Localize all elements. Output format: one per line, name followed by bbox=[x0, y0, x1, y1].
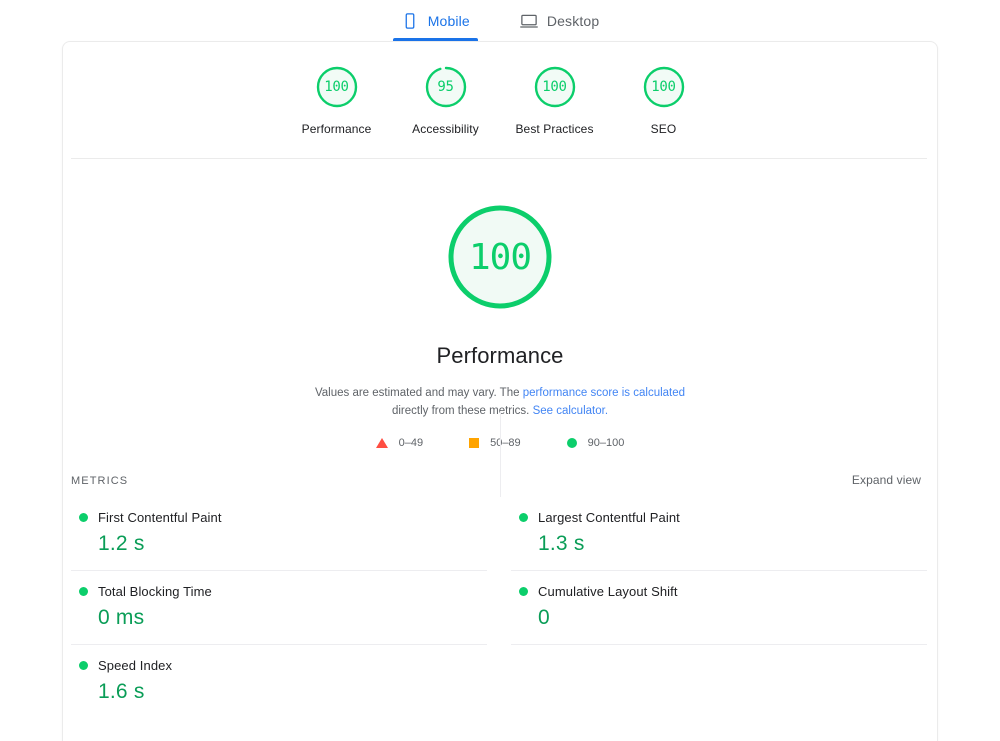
metric-row[interactable]: Speed Index 1.6 s bbox=[71, 645, 487, 718]
metric-label: Cumulative Layout Shift bbox=[538, 584, 678, 599]
category-gauge-label: Accessibility bbox=[412, 122, 479, 136]
metric-header: Cumulative Layout Shift bbox=[511, 584, 927, 599]
category-score-value: 100 bbox=[324, 79, 349, 95]
metric-value: 1.3 s bbox=[538, 532, 585, 555]
device-tab-bar: Mobile Desktop bbox=[0, 0, 1000, 41]
legend-range: 90–100 bbox=[587, 437, 625, 449]
performance-title: Performance bbox=[436, 343, 564, 368]
category-gauge-performance[interactable]: 100 Performance bbox=[282, 64, 391, 136]
category-score-value: 100 bbox=[651, 79, 676, 95]
metric-row[interactable]: Total Blocking Time 0 ms bbox=[71, 571, 487, 645]
metric-header: First Contentful Paint bbox=[71, 510, 487, 525]
metric-label: Largest Contentful Paint bbox=[538, 510, 680, 525]
desc-text-1: Values are estimated and may vary. The bbox=[314, 387, 523, 399]
metric-row[interactable]: Cumulative Layout Shift 0 bbox=[511, 571, 927, 645]
hero-vertical-divider bbox=[500, 411, 501, 497]
desc-text-2: directly from these metrics. bbox=[391, 405, 533, 417]
report-card: 100 Performance 95 Accessibility 100 Bes… bbox=[62, 41, 938, 741]
category-gauge-label: SEO bbox=[650, 122, 677, 136]
desktop-monitor-icon bbox=[519, 12, 538, 30]
legend-item-average: 50–89 bbox=[469, 437, 521, 449]
metric-value: 1.6 s bbox=[98, 680, 145, 703]
metric-label: Total Blocking Time bbox=[98, 584, 212, 599]
metric-row[interactable]: Largest Contentful Paint 1.3 s bbox=[511, 497, 927, 571]
category-score-value: 100 bbox=[542, 79, 567, 95]
metric-row[interactable]: First Contentful Paint 1.2 s bbox=[71, 497, 487, 571]
score-gauge-ring: 100 bbox=[314, 64, 360, 110]
tab-desktop[interactable]: Desktop bbox=[512, 0, 607, 41]
performance-hero: 100 Performance Values are estimated and… bbox=[63, 159, 937, 497]
metric-value: 1.2 s bbox=[98, 532, 145, 555]
square-icon bbox=[469, 438, 480, 448]
metrics-grid: First Contentful Paint 1.2 s Largest Con… bbox=[71, 497, 927, 718]
metric-header: Total Blocking Time bbox=[71, 584, 487, 599]
category-score-value: 95 bbox=[437, 79, 454, 95]
legend-range: 0–49 bbox=[398, 437, 424, 449]
tab-desktop-label: Desktop bbox=[546, 12, 600, 29]
performance-score-link[interactable]: performance score is calculated bbox=[523, 387, 685, 399]
metrics-section-title: METRICS bbox=[71, 475, 129, 487]
performance-score-value: 100 bbox=[468, 236, 532, 278]
performance-gauge[interactable]: 100 bbox=[445, 202, 555, 312]
category-score-strip: 100 Performance 95 Accessibility 100 Bes… bbox=[63, 42, 937, 136]
tab-mobile[interactable]: Mobile bbox=[392, 0, 479, 41]
score-gauge-ring: 100 bbox=[532, 64, 578, 110]
legend-range: 50–89 bbox=[490, 437, 521, 449]
metric-label: Speed Index bbox=[98, 658, 173, 673]
category-gauge-label: Performance bbox=[301, 122, 372, 136]
see-calculator-link[interactable]: See calculator. bbox=[533, 405, 608, 417]
status-good-icon bbox=[79, 661, 88, 670]
metrics-header: METRICS Expand view bbox=[71, 473, 921, 487]
circle-icon bbox=[566, 438, 577, 448]
category-gauge-accessibility[interactable]: 95 Accessibility bbox=[391, 64, 500, 136]
metric-row-empty bbox=[511, 645, 927, 718]
status-good-icon bbox=[519, 513, 528, 522]
expand-view-button[interactable]: Expand view bbox=[852, 473, 921, 487]
tab-mobile-label: Mobile bbox=[427, 12, 470, 29]
legend-item-poor: 0–49 bbox=[375, 437, 424, 449]
status-good-icon bbox=[519, 587, 528, 596]
metric-value: 0 ms bbox=[98, 606, 145, 629]
metric-value: 0 bbox=[538, 606, 550, 629]
category-gauge-label: Best Practices bbox=[515, 122, 594, 136]
mobile-phone-icon bbox=[401, 12, 419, 30]
triangle-icon bbox=[375, 438, 388, 448]
category-gauge-seo[interactable]: 100 SEO bbox=[609, 64, 718, 136]
status-good-icon bbox=[79, 587, 88, 596]
legend-item-good: 90–100 bbox=[566, 437, 625, 449]
score-gauge-ring: 100 bbox=[641, 64, 687, 110]
metric-header: Speed Index bbox=[71, 658, 487, 673]
score-gauge-ring: 95 bbox=[423, 64, 469, 110]
metric-header: Largest Contentful Paint bbox=[511, 510, 927, 525]
metric-label: First Contentful Paint bbox=[98, 510, 222, 525]
category-gauge-best-practices[interactable]: 100 Best Practices bbox=[500, 64, 609, 136]
status-good-icon bbox=[79, 513, 88, 522]
